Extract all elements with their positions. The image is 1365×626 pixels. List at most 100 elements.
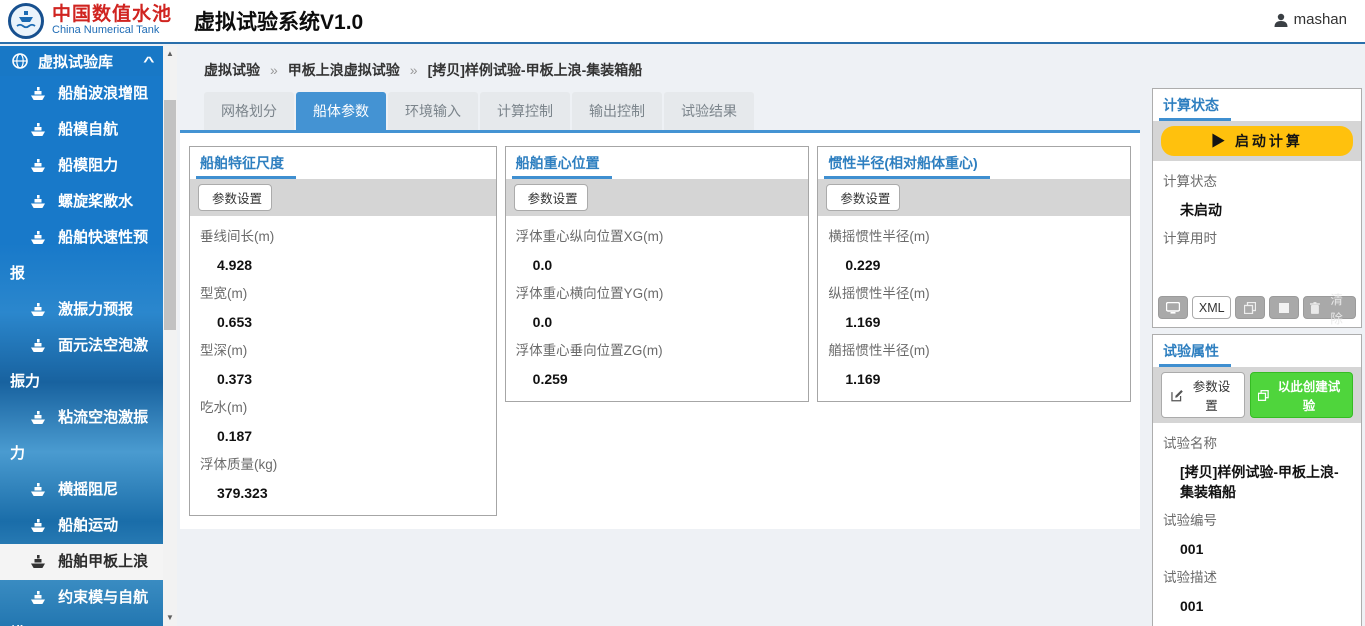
panel-settings-button[interactable]: 参数设置 bbox=[514, 184, 588, 211]
tab-5[interactable]: 试验结果 bbox=[664, 92, 754, 130]
create-from-this-button[interactable]: 以此创建试验 bbox=[1250, 372, 1353, 418]
panel-settings-label: 参数设置 bbox=[528, 188, 578, 207]
cnt-logo-icon bbox=[8, 3, 44, 39]
field-value: 0.229 bbox=[845, 255, 1120, 275]
breadcrumb-item-0[interactable]: 虚拟试验 bbox=[204, 62, 260, 78]
field-label: 计算状态 bbox=[1163, 172, 1351, 192]
ship-icon bbox=[30, 555, 46, 569]
field-row: 横摇惯性半径(m) 0.229 bbox=[828, 227, 1120, 275]
brand-block: 中国数值水池 China Numerical Tank bbox=[52, 5, 172, 36]
right-column: 计算状态 ▶ 启动计算 计算状态 未启动 计算用时 XML bbox=[1152, 88, 1362, 626]
ship-icon bbox=[30, 231, 46, 245]
field-row: 计算状态 未启动 bbox=[1163, 172, 1351, 220]
sidebar-item-label: 螺旋桨敞水 bbox=[58, 193, 133, 210]
panel-toolbar: 参数设置 bbox=[818, 179, 1130, 216]
field-row: 型宽(m) 0.653 bbox=[200, 284, 486, 332]
field-label: 试验编号 bbox=[1163, 511, 1351, 531]
duplicate-icon bbox=[1258, 390, 1269, 401]
sidebar-item-label: 船舶甲板上浪 bbox=[58, 553, 148, 570]
calc-status-fields: 计算状态 未启动 计算用时 bbox=[1153, 161, 1361, 289]
sidebar-item-label: 船舶波浪增阻 bbox=[58, 85, 148, 102]
chevron-up-icon[interactable]: ^ bbox=[144, 54, 155, 69]
panel-title: 船舶特征尺度 bbox=[196, 151, 296, 179]
scroll-down-icon[interactable]: ▼ bbox=[163, 612, 177, 624]
breadcrumb-separator: » bbox=[270, 62, 278, 78]
field-row: 试验名称 [拷贝]样例试验-甲板上浪-集装箱船 bbox=[1163, 434, 1351, 502]
copy-button[interactable] bbox=[1235, 296, 1265, 319]
field-label: 计算用时 bbox=[1163, 229, 1351, 249]
ship-icon bbox=[30, 411, 46, 425]
panel-settings-label: 参数设置 bbox=[840, 188, 890, 207]
sidebar-item-label: 船模自航 bbox=[58, 121, 118, 138]
field-label: 型宽(m) bbox=[200, 284, 486, 304]
field-value: 0.653 bbox=[217, 312, 486, 332]
breadcrumb-item-2: [拷贝]样例试验-甲板上浪-集装箱船 bbox=[428, 62, 643, 78]
sidebar-menu: 船舶波浪增阻 船模自航 船模阻力 螺旋桨敞水 船舶快速性预报 激振力预报 面元法… bbox=[0, 76, 163, 626]
sidebar-item-label: 船舶运动 bbox=[58, 517, 118, 534]
sidebar-item-0[interactable]: 船舶波浪增阻 bbox=[0, 76, 163, 112]
breadcrumb-item-1[interactable]: 甲板上浪虚拟试验 bbox=[288, 62, 400, 78]
field-value: 0.0 bbox=[533, 255, 799, 275]
field-label: 纵摇惯性半径(m) bbox=[828, 284, 1120, 304]
sidebar-item-8[interactable]: 横摇阻尼 bbox=[0, 472, 163, 508]
field-value: 未启动 bbox=[1180, 200, 1351, 220]
field-value bbox=[1180, 257, 1351, 277]
ship-icon bbox=[30, 123, 46, 137]
sidebar-item-10[interactable]: 船舶甲板上浪 bbox=[0, 544, 163, 580]
globe-icon bbox=[12, 53, 28, 69]
sidebar-scrollbar[interactable]: ▲ ▼ bbox=[163, 46, 177, 626]
scroll-up-icon[interactable]: ▲ bbox=[163, 48, 177, 60]
tab-4[interactable]: 输出控制 bbox=[572, 92, 662, 130]
tab-label: 输出控制 bbox=[589, 103, 645, 119]
sidebar-root-library[interactable]: 虚拟试验库 ^ bbox=[0, 46, 163, 76]
sidebar-item-9[interactable]: 船舶运动 bbox=[0, 508, 163, 544]
xml-button[interactable]: XML bbox=[1192, 296, 1231, 319]
user-icon bbox=[1274, 13, 1288, 27]
clear-label: 清除 bbox=[1324, 289, 1349, 327]
sidebar-item-4[interactable]: 船舶快速性预报 bbox=[0, 220, 163, 292]
user-name: mashan bbox=[1294, 11, 1347, 28]
sidebar-item-1[interactable]: 船模自航 bbox=[0, 112, 163, 148]
calc-status-actions: XML bbox=[1153, 289, 1361, 327]
field-row: 试验编号 001 bbox=[1163, 511, 1351, 559]
field-row: 浮体重心垂向位置ZG(m) 0.259 bbox=[516, 341, 799, 389]
sidebar-item-5[interactable]: 激振力预报 bbox=[0, 292, 163, 328]
field-label: 浮体重心纵向位置XG(m) bbox=[516, 227, 799, 247]
sidebar-item-2[interactable]: 船模阻力 bbox=[0, 148, 163, 184]
ship-icon bbox=[30, 303, 46, 317]
sidebar-item-3[interactable]: 螺旋桨敞水 bbox=[0, 184, 163, 220]
sidebar-item-6[interactable]: 面元法空泡激振力 bbox=[0, 328, 163, 400]
brand-english: China Numerical Tank bbox=[52, 25, 172, 37]
monitor-button[interactable] bbox=[1158, 296, 1188, 319]
stop-button[interactable] bbox=[1269, 296, 1299, 319]
panel-fields: 横摇惯性半径(m) 0.229 纵摇惯性半径(m) 1.169 艏摇惯性半径(m… bbox=[818, 216, 1130, 401]
start-calc-button[interactable]: ▶ 启动计算 bbox=[1161, 126, 1353, 156]
field-value: 0.259 bbox=[533, 369, 799, 389]
field-value: 4.928 bbox=[217, 255, 486, 275]
field-value: 001 bbox=[1180, 596, 1351, 616]
props-settings-button[interactable]: 参数设置 bbox=[1161, 372, 1245, 418]
tab-3[interactable]: 计算控制 bbox=[480, 92, 570, 130]
sidebar-item-11[interactable]: 约束模与自航模 bbox=[0, 580, 163, 626]
header: 中国数值水池 China Numerical Tank 虚拟试验系统V1.0 m… bbox=[0, 0, 1365, 44]
field-row: 艏摇惯性半径(m) 1.169 bbox=[828, 341, 1120, 389]
test-props-toolbar: 参数设置 以此创建试验 bbox=[1153, 367, 1361, 423]
tab-2[interactable]: 环境输入 bbox=[388, 92, 478, 130]
panel-fields: 浮体重心纵向位置XG(m) 0.0 浮体重心横向位置YG(m) 0.0 浮体重心… bbox=[506, 216, 809, 401]
props-settings-label: 参数设置 bbox=[1187, 376, 1235, 414]
tab-0[interactable]: 网格划分 bbox=[204, 92, 294, 130]
field-row: 浮体质量(kg) 379.323 bbox=[200, 455, 486, 503]
panel-toolbar: 参数设置 bbox=[190, 179, 496, 216]
panel-title: 船舶重心位置 bbox=[512, 151, 612, 179]
ship-icon bbox=[30, 159, 46, 173]
panel-settings-button[interactable]: 参数设置 bbox=[826, 184, 900, 211]
user-menu[interactable]: mashan bbox=[1274, 11, 1347, 28]
panel-settings-button[interactable]: 参数设置 bbox=[198, 184, 272, 211]
clear-button[interactable]: 清除 bbox=[1303, 296, 1356, 319]
field-value: 0.373 bbox=[217, 369, 486, 389]
tab-1[interactable]: 船体参数 bbox=[296, 92, 386, 130]
scrollbar-thumb[interactable] bbox=[164, 100, 176, 330]
sidebar-item-7[interactable]: 粘流空泡激振力 bbox=[0, 400, 163, 472]
field-row: 垂线间长(m) 4.928 bbox=[200, 227, 486, 275]
copy-icon bbox=[1244, 302, 1256, 314]
